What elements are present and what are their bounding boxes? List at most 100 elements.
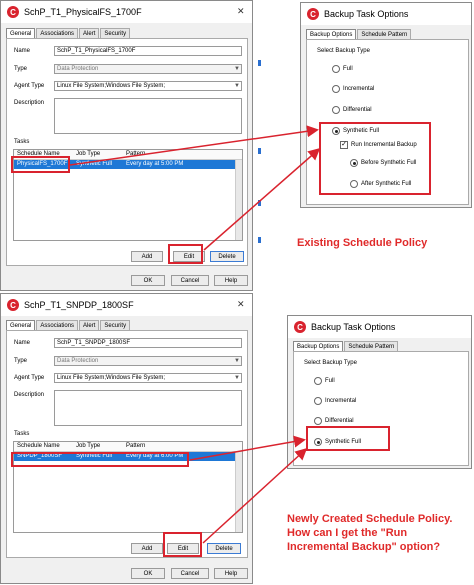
cell-job-type: Synthetic Full [76,161,113,167]
commvault-logo-icon: C [7,6,19,18]
vertical-scrollbar[interactable] [235,160,242,240]
name-field[interactable]: SchP_T1_PhysicalFS_1700F [54,46,242,56]
select-backup-type-label: Select Backup Type [317,48,370,54]
table-row[interactable]: SNPDP_1800SF Synthetic Full Every day at… [14,452,242,461]
select-backup-type-label: Select Backup Type [304,360,357,366]
tasks-table: Schedule Name Job Type Pattern PhysicalF… [13,149,243,241]
run-incremental-label: Run Incremental Backup [351,142,417,148]
background-window-edge [258,60,261,66]
bottom-backup-task-options-window: C Backup Task Options Backup Options Sch… [287,315,472,469]
chevron-down-icon: ▼ [234,66,240,72]
name-field[interactable]: SchP_T1_SNPDP_1800SF [54,338,242,348]
description-textarea[interactable] [54,98,242,134]
tasks-table-header: Schedule Name Job Type Pattern [14,150,242,160]
radio-after-synthetic-full[interactable] [350,180,358,188]
top-backup-task-options-window: C Backup Task Options Backup Options Sch… [300,2,472,208]
name-label: Name [14,340,31,346]
add-button[interactable]: Add [131,543,163,554]
cell-schedule-name: SNPDP_1800SF [17,453,63,459]
type-value: Data Protection [57,358,99,364]
type-label: Type [14,66,28,72]
agent-type-label: Agent Type [14,375,45,381]
description-textarea[interactable] [54,390,242,426]
header-pattern[interactable]: Pattern [126,443,145,449]
agent-type-value: Linux File System;Windows File System; [57,83,166,89]
chevron-down-icon: ▼ [234,358,240,364]
commvault-logo-icon: C [294,321,306,333]
agent-type-select[interactable]: Linux File System;Windows File System; ▼ [54,373,242,383]
cancel-button[interactable]: Cancel [171,568,209,579]
delete-button[interactable]: Delete [207,543,241,554]
top-schedule-policy-dialog: C SchP_T1_PhysicalFS_1700F ✕ General Ass… [0,0,253,291]
tasks-label: Tasks [14,139,30,145]
cell-pattern: Every day at 6:00 PM [126,453,184,459]
new-policy-question-note: Newly Created Schedule Policy. How can I… [287,513,453,553]
radio-incremental[interactable] [314,397,322,405]
radio-before-synthetic-full[interactable] [350,159,358,167]
edit-button[interactable]: Edit [167,543,199,554]
radio-differential[interactable] [332,106,340,114]
tasks-table: Schedule Name Job Type Pattern SNPDP_180… [13,441,243,533]
type-value: Data Protection [57,66,99,72]
header-job-type[interactable]: Job Type [76,443,100,449]
vertical-scrollbar[interactable] [235,452,242,532]
top-general-panel: Name SchP_T1_PhysicalFS_1700F Type Data … [6,38,248,266]
header-schedule-name[interactable]: Schedule Name [17,151,60,157]
header-pattern[interactable]: Pattern [126,151,145,157]
chevron-down-icon: ▼ [234,83,240,89]
delete-button[interactable]: Delete [210,251,244,262]
existing-policy-note: Existing Schedule Policy [297,237,428,249]
radio-synthetic-full-label: Synthetic Full [325,439,362,445]
header-job-type[interactable]: Job Type [76,151,100,157]
top-options-titlebar: C Backup Task Options [301,3,471,25]
radio-incremental-label: Incremental [325,398,357,404]
agent-type-select[interactable]: Linux File System;Windows File System; ▼ [54,81,242,91]
top-options-panel: Select Backup Type Full Incremental Diff… [306,39,469,205]
tasks-table-header: Schedule Name Job Type Pattern [14,442,242,452]
background-window-edge [258,148,261,154]
radio-synthetic-full[interactable] [314,438,322,446]
chevron-down-icon: ▼ [234,375,240,381]
add-button[interactable]: Add [131,251,163,262]
close-icon[interactable]: ✕ [237,6,245,17]
radio-synthetic-full[interactable] [332,127,340,135]
agent-type-label: Agent Type [14,83,45,89]
edit-button[interactable]: Edit [173,251,205,262]
type-label: Type [14,358,28,364]
tasks-label: Tasks [14,431,30,437]
description-label: Description [14,392,45,398]
radio-full[interactable] [332,65,340,73]
radio-after-label: After Synthetic Full [361,181,412,187]
radio-differential-label: Differential [343,107,372,113]
cancel-button[interactable]: Cancel [171,275,209,286]
header-schedule-name[interactable]: Schedule Name [17,443,60,449]
cell-schedule-name: PhysicalFS_1700F [17,161,68,167]
ok-button[interactable]: OK [131,568,165,579]
type-select[interactable]: Data Protection ▼ [54,356,242,366]
help-button[interactable]: Help [214,568,248,579]
radio-incremental[interactable] [332,85,340,93]
agent-type-value: Linux File System;Windows File System; [57,375,166,381]
top-dialog-titlebar: C SchP_T1_PhysicalFS_1700F ✕ [1,1,252,23]
background-window-edge [258,200,261,206]
radio-full[interactable] [314,377,322,385]
close-icon[interactable]: ✕ [237,299,245,310]
run-incremental-checkbox[interactable]: ✓ [340,141,348,149]
cell-pattern: Every day at 5:00 PM [126,161,184,167]
commvault-logo-icon: C [307,8,319,20]
bottom-options-titlebar: C Backup Task Options [288,316,471,338]
radio-differential[interactable] [314,417,322,425]
help-button[interactable]: Help [214,275,248,286]
table-row[interactable]: PhysicalFS_1700F Synthetic Full Every da… [14,160,242,169]
bottom-options-panel: Select Backup Type Full Incremental Diff… [293,351,469,466]
description-label: Description [14,100,45,106]
radio-before-label: Before Synthetic Full [361,160,417,166]
bottom-schedule-policy-dialog: C SchP_T1_SNPDP_1800SF ✕ General Associa… [0,293,253,584]
background-window-edge [258,237,261,243]
ok-button[interactable]: OK [131,275,165,286]
commvault-logo-icon: C [7,299,19,311]
name-label: Name [14,48,31,54]
type-select[interactable]: Data Protection ▼ [54,64,242,74]
radio-synthetic-full-label: Synthetic Full [343,128,380,134]
bottom-general-panel: Name SchP_T1_SNPDP_1800SF Type Data Prot… [6,330,248,558]
